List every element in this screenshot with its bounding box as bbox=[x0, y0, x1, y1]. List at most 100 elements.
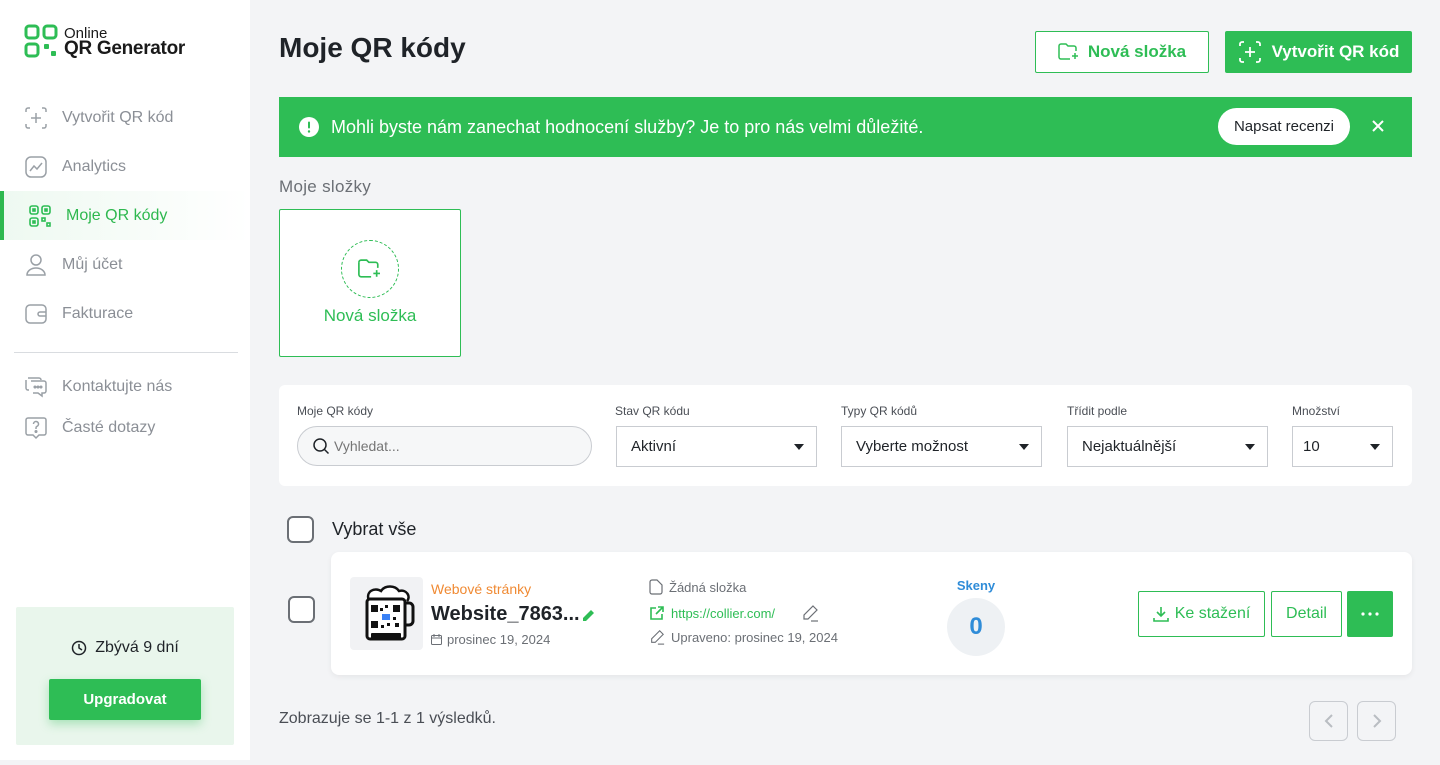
folder-circle bbox=[341, 240, 399, 298]
detail-button[interactable]: Detail bbox=[1271, 591, 1342, 637]
chevron-down-icon bbox=[1245, 444, 1255, 450]
sidebar-item-label: Moje QR kódy bbox=[66, 206, 168, 224]
prev-page-button[interactable] bbox=[1309, 701, 1348, 741]
page-title: Moje QR kódy bbox=[279, 32, 466, 63]
chevron-down-icon bbox=[1370, 444, 1380, 450]
banner-message: Mohli byste nám zanechat hodnocení služb… bbox=[331, 116, 924, 137]
chevron-right-icon bbox=[1372, 714, 1381, 728]
chart-icon bbox=[25, 155, 47, 178]
close-icon[interactable] bbox=[1367, 115, 1389, 137]
qr-created-date: prosinec 19, 2024 bbox=[431, 632, 550, 647]
select-all-label: Vybrat vše bbox=[332, 519, 417, 539]
sidebar-item-label: Analytics bbox=[62, 157, 127, 175]
quantity-select[interactable]: 10 bbox=[1292, 426, 1393, 467]
chevron-down-icon bbox=[1019, 444, 1029, 450]
next-page-button[interactable] bbox=[1357, 701, 1396, 741]
qr-url[interactable]: https://collier.com/ bbox=[649, 604, 819, 622]
sort-value: Nejaktuálnější bbox=[1082, 438, 1177, 455]
sidebar-item-label: Můj účet bbox=[62, 255, 123, 273]
qr-thumbnail[interactable] bbox=[350, 577, 423, 650]
folder-plus-icon bbox=[1058, 43, 1078, 60]
create-qr-button[interactable]: Vytvořit QR kód bbox=[1225, 31, 1412, 73]
scans-label: Skeny bbox=[956, 578, 996, 593]
chevron-left-icon bbox=[1324, 714, 1333, 728]
upgrade-button[interactable]: Upgradovat bbox=[49, 679, 201, 720]
write-review-button[interactable]: Napsat recenzi bbox=[1218, 108, 1350, 145]
status-value: Aktivní bbox=[631, 438, 677, 455]
row-checkbox[interactable] bbox=[288, 596, 315, 623]
sidebar-item-faq[interactable]: Časté dotazy bbox=[0, 407, 250, 448]
clock-icon bbox=[71, 640, 87, 656]
types-select[interactable]: Vyberte možnost bbox=[841, 426, 1042, 467]
new-folder-card-label: Nová složka bbox=[323, 306, 417, 325]
user-icon bbox=[26, 253, 46, 276]
qr-folder-text: Žádná složka bbox=[669, 579, 747, 595]
search-label: Moje QR kódy bbox=[297, 404, 374, 418]
logo-line2: QR Generator bbox=[64, 38, 185, 59]
external-link-icon bbox=[650, 606, 664, 620]
download-icon bbox=[1152, 607, 1169, 622]
sidebar-item-label: Časté dotazy bbox=[62, 418, 156, 436]
qr-code-card: Webové stránky Website_7863... prosinec … bbox=[331, 552, 1412, 675]
search-input[interactable] bbox=[334, 438, 574, 454]
qr-preview-image bbox=[365, 584, 414, 640]
status-select[interactable]: Aktivní bbox=[616, 426, 817, 467]
qr-name: Website_7863... bbox=[431, 603, 580, 625]
sidebar-nav: Vytvořit QR kód Analytics Moje QR kódy M… bbox=[0, 93, 250, 338]
sidebar: Online QR Generator Vytvořit QR kód Anal… bbox=[0, 0, 250, 760]
plus-square-icon bbox=[1238, 41, 1261, 63]
filters-panel: Moje QR kódy Stav QR kódu Aktivní Typy Q… bbox=[279, 385, 1412, 486]
pencil-icon bbox=[651, 630, 665, 645]
sidebar-item-my-qr-codes[interactable]: Moje QR kódy bbox=[0, 191, 250, 240]
download-label: Ke stažení bbox=[1174, 605, 1251, 622]
sort-label: Třídit podle bbox=[1067, 404, 1128, 418]
qr-folder: Žádná složka bbox=[649, 579, 746, 595]
qr-edited-text: Upraveno: prosinec 19, 2024 bbox=[671, 629, 838, 645]
select-all-checkbox[interactable] bbox=[287, 516, 314, 543]
sidebar-divider bbox=[14, 352, 238, 353]
scans-count: 0 bbox=[947, 598, 1005, 656]
sidebar-item-label: Fakturace bbox=[62, 304, 134, 322]
folder-plus-icon bbox=[358, 259, 380, 278]
wallet-icon bbox=[25, 303, 47, 324]
chevron-down-icon bbox=[794, 444, 804, 450]
sidebar-secondary-nav: Kontaktujte nás Časté dotazy bbox=[0, 366, 250, 448]
qr-date-text: prosinec 19, 2024 bbox=[447, 632, 551, 647]
types-label: Typy QR kódů bbox=[841, 404, 918, 418]
results-summary: Zobrazuje se 1-1 z 1 výsledků. bbox=[279, 710, 496, 727]
search-field[interactable] bbox=[297, 426, 592, 466]
new-folder-card[interactable]: Nová složka bbox=[279, 209, 461, 357]
search-icon bbox=[313, 438, 330, 455]
more-options-button[interactable] bbox=[1347, 591, 1393, 637]
sidebar-item-create[interactable]: Vytvořit QR kód bbox=[0, 93, 250, 142]
qr-type-label: Webové stránky bbox=[431, 581, 532, 597]
pencil-icon[interactable] bbox=[801, 604, 819, 622]
select-all: Vybrat vše bbox=[287, 516, 416, 543]
sidebar-item-analytics[interactable]: Analytics bbox=[0, 142, 250, 191]
status-label: Stav QR kódu bbox=[615, 404, 690, 418]
qr-grid-icon bbox=[29, 204, 51, 227]
qr-edited: Upraveno: prosinec 19, 2024 bbox=[649, 629, 838, 645]
quantity-value: 10 bbox=[1303, 438, 1320, 455]
trial-remaining: Zbývá 9 dní bbox=[95, 639, 179, 656]
plus-square-icon bbox=[25, 106, 47, 129]
file-icon bbox=[649, 579, 663, 595]
download-button[interactable]: Ke stažení bbox=[1138, 591, 1265, 637]
sidebar-item-billing[interactable]: Fakturace bbox=[0, 289, 250, 338]
sort-select[interactable]: Nejaktuálnější bbox=[1067, 426, 1268, 467]
alert-icon bbox=[299, 117, 319, 137]
chat-icon bbox=[25, 376, 47, 397]
sidebar-item-label: Kontaktujte nás bbox=[62, 377, 173, 395]
sidebar-item-my-account[interactable]: Můj účet bbox=[0, 240, 250, 289]
trial-box: Zbývá 9 dní Upgradovat bbox=[16, 607, 234, 745]
review-banner: Mohli byste nám zanechat hodnocení služb… bbox=[279, 97, 1412, 157]
pencil-icon[interactable] bbox=[580, 608, 596, 624]
new-folder-button[interactable]: Nová složka bbox=[1035, 31, 1209, 73]
qr-logo-icon bbox=[24, 24, 58, 58]
sidebar-item-label: Vytvořit QR kód bbox=[62, 108, 174, 126]
types-value: Vyberte možnost bbox=[856, 438, 968, 455]
help-icon bbox=[25, 416, 47, 439]
logo[interactable]: Online QR Generator bbox=[24, 24, 185, 58]
folders-heading: Moje složky bbox=[279, 177, 372, 196]
sidebar-item-contact[interactable]: Kontaktujte nás bbox=[0, 366, 250, 407]
